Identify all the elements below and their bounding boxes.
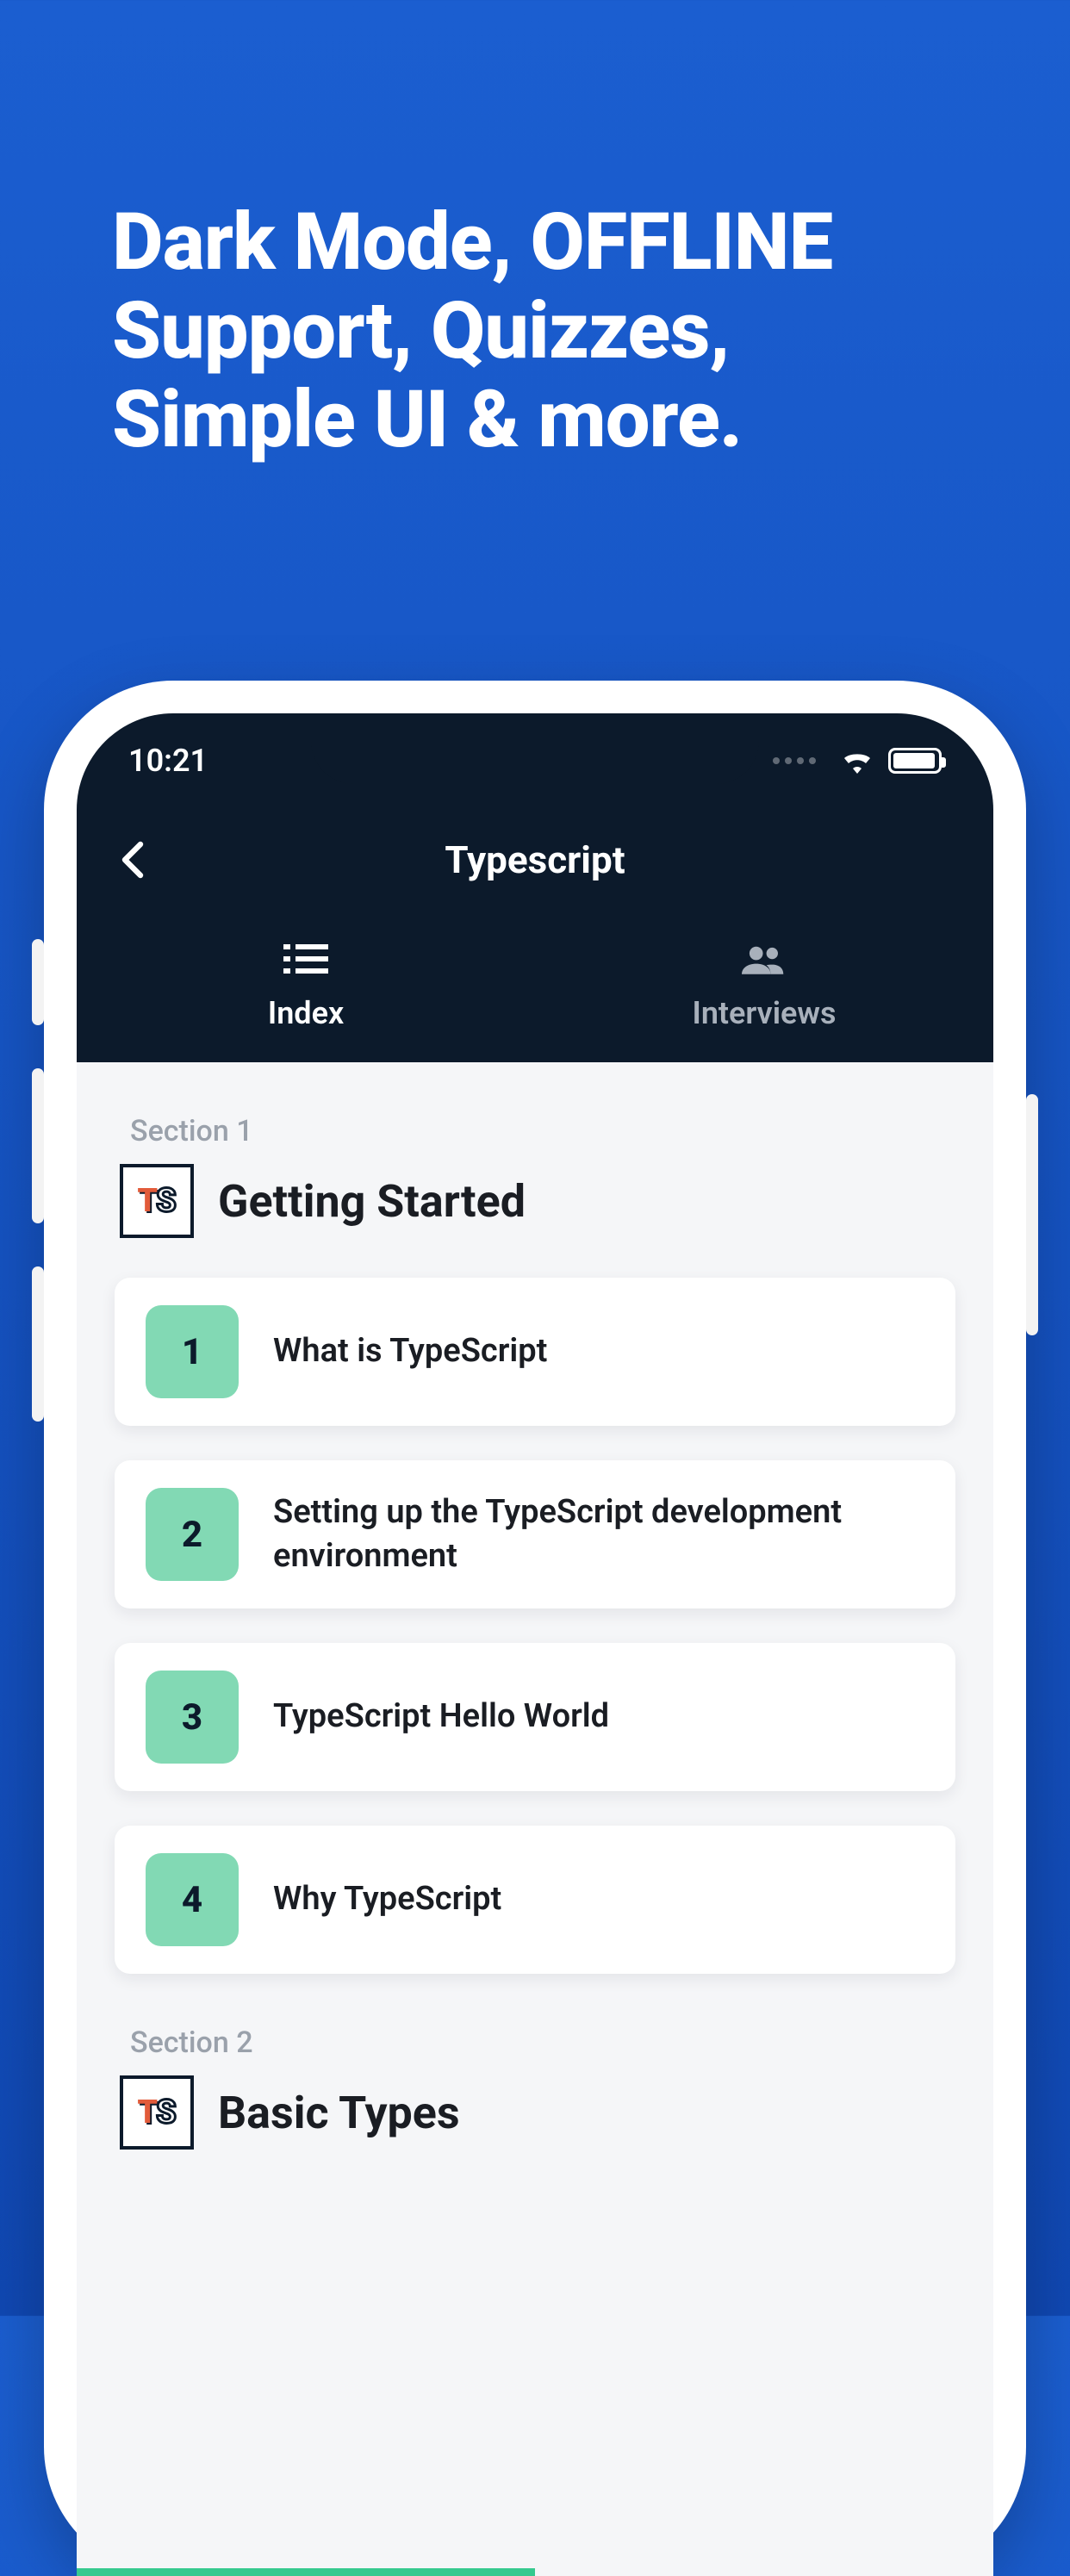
lesson-card[interactable]: 4 Why TypeScript xyxy=(115,1826,955,1974)
page-title: Typescript xyxy=(445,837,625,882)
phone-side-button xyxy=(32,939,44,1025)
phone-side-button xyxy=(1026,1094,1038,1335)
lesson-card[interactable]: 3 TypeScript Hello World xyxy=(115,1643,955,1791)
section-header: TS Getting Started xyxy=(120,1164,955,1238)
cellular-dots-icon xyxy=(773,757,816,764)
phone-frame: 10:21 Typescript Index xyxy=(44,681,1026,2576)
nav-bar: Typescript xyxy=(77,808,993,912)
status-time: 10:21 xyxy=(128,743,208,779)
phone-screen: 10:21 Typescript Index xyxy=(77,713,993,2576)
section-header: TS Basic Types xyxy=(120,2075,955,2150)
section-title: Basic Types xyxy=(218,2087,460,2139)
content: Section 1 TS Getting Started 1 What is T… xyxy=(77,1062,993,2150)
phone-side-button xyxy=(32,1266,44,1422)
section-label: Section 1 xyxy=(130,1114,955,1148)
back-button[interactable] xyxy=(111,839,152,880)
section-title: Getting Started xyxy=(218,1175,526,1228)
chevron-left-icon xyxy=(120,841,144,879)
lesson-title: Why TypeScript xyxy=(273,1877,501,1921)
status-right xyxy=(773,748,942,774)
tab-index[interactable]: Index xyxy=(77,912,535,1062)
lesson-number-badge: 3 xyxy=(146,1671,239,1764)
lesson-number-badge: 1 xyxy=(146,1305,239,1398)
list-icon xyxy=(283,943,328,980)
phone-side-button xyxy=(32,1068,44,1223)
tab-interviews[interactable]: Interviews xyxy=(535,912,993,1062)
typescript-badge-icon: TS xyxy=(120,1164,194,1238)
phone-notch xyxy=(311,713,759,784)
battery-icon xyxy=(888,748,942,774)
marketing-headline: Dark Mode, OFFLINE Support, Quizzes, Sim… xyxy=(0,0,1070,464)
lesson-number-badge: 2 xyxy=(146,1488,239,1581)
people-icon xyxy=(742,943,787,980)
lesson-card[interactable]: 1 What is TypeScript xyxy=(115,1278,955,1426)
section: Section 1 TS Getting Started 1 What is T… xyxy=(115,1114,955,1974)
tab-label: Interviews xyxy=(692,995,836,1031)
tab-bar: Index Interviews xyxy=(77,912,993,1062)
tab-indicator xyxy=(77,2568,535,2576)
section-label: Section 2 xyxy=(130,2025,955,2060)
lesson-title: What is TypeScript xyxy=(273,1329,547,1373)
lesson-title: Setting up the TypeScript development en… xyxy=(273,1490,924,1579)
section: Section 2 TS Basic Types xyxy=(115,2025,955,2150)
tab-label: Index xyxy=(268,995,344,1031)
wifi-icon xyxy=(840,748,874,774)
typescript-badge-icon: TS xyxy=(120,2075,194,2150)
lesson-title: TypeScript Hello World xyxy=(273,1695,609,1739)
lesson-number-badge: 4 xyxy=(146,1853,239,1946)
lesson-card[interactable]: 2 Setting up the TypeScript development … xyxy=(115,1460,955,1608)
